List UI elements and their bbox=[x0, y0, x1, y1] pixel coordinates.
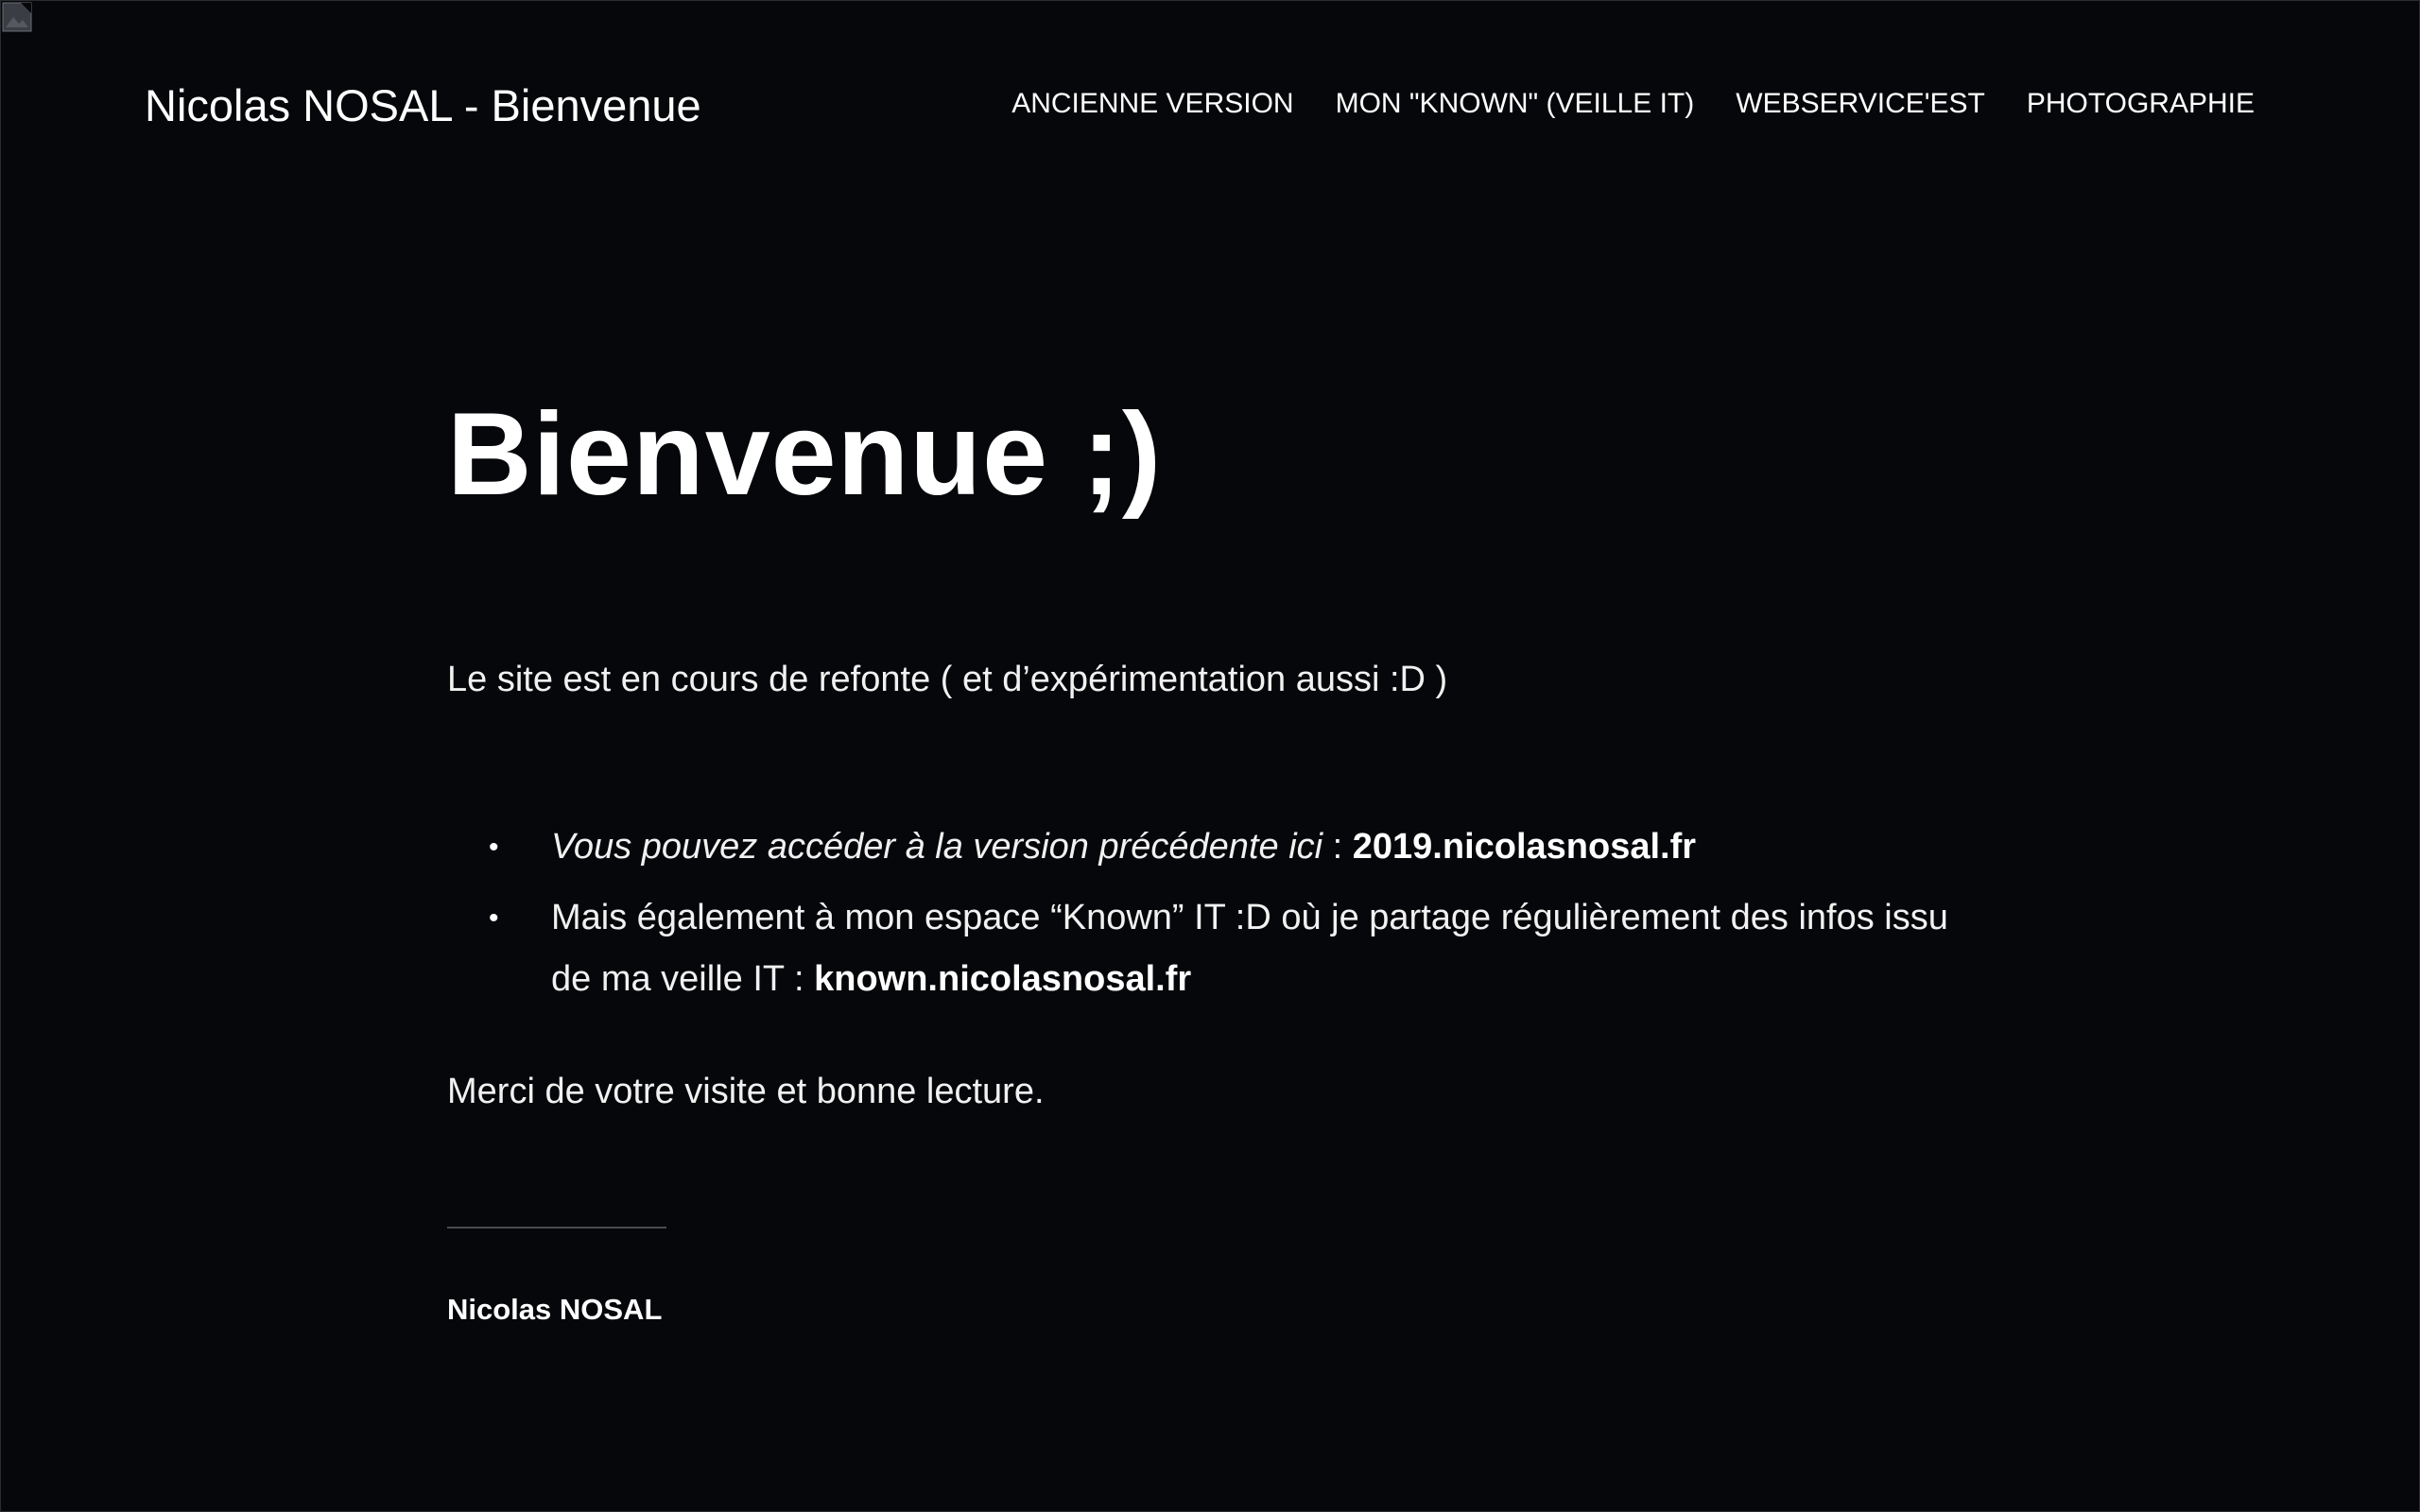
list-item-text: Mais également à mon espace “Known” IT :… bbox=[551, 897, 1948, 999]
bullet-icon: • bbox=[489, 902, 499, 934]
closing-paragraph: Merci de votre visite et bonne lecture. bbox=[447, 1071, 1045, 1111]
author-name: Nicolas NOSAL bbox=[447, 1292, 663, 1326]
main-content: Bienvenue ;) Le site est en cours de ref… bbox=[447, 387, 1979, 1327]
site-header: Nicolas NOSAL - Bienvenue ANCIENNE VERSI… bbox=[0, 0, 2420, 189]
nav-item-ancienne-version[interactable]: ANCIENNE VERSION bbox=[1011, 87, 1293, 121]
list-item: • Vous pouvez accéder à la version précé… bbox=[447, 816, 1979, 878]
divider bbox=[447, 1226, 666, 1228]
info-list: • Vous pouvez accéder à la version précé… bbox=[447, 816, 1979, 1010]
site-title-link[interactable]: Nicolas NOSAL - Bienvenue bbox=[145, 79, 701, 132]
list-item-separator: : bbox=[1322, 826, 1353, 867]
previous-version-link[interactable]: 2019.nicolasnosal.fr bbox=[1353, 827, 1696, 867]
known-link[interactable]: known.nicolasnosal.fr bbox=[814, 959, 1191, 999]
nav-item-photographie[interactable]: PHOTOGRAPHIE bbox=[2027, 87, 2255, 121]
bullet-icon: • bbox=[489, 831, 499, 863]
page-title: Bienvenue ;) bbox=[447, 389, 1163, 520]
nav-item-webservice[interactable]: WEBSERVICE'EST bbox=[1736, 87, 1985, 121]
nav-item-known[interactable]: MON "KNOWN" (VEILLE IT) bbox=[1336, 87, 1695, 121]
list-item-text: Vous pouvez accéder à la version précéde… bbox=[551, 826, 1323, 867]
main-nav: ANCIENNE VERSION MON "KNOWN" (VEILLE IT)… bbox=[1011, 87, 2255, 121]
list-item: • Mais également à mon espace “Known” IT… bbox=[447, 887, 1979, 1010]
intro-paragraph: Le site est en cours de refonte ( et d’e… bbox=[447, 659, 1448, 699]
